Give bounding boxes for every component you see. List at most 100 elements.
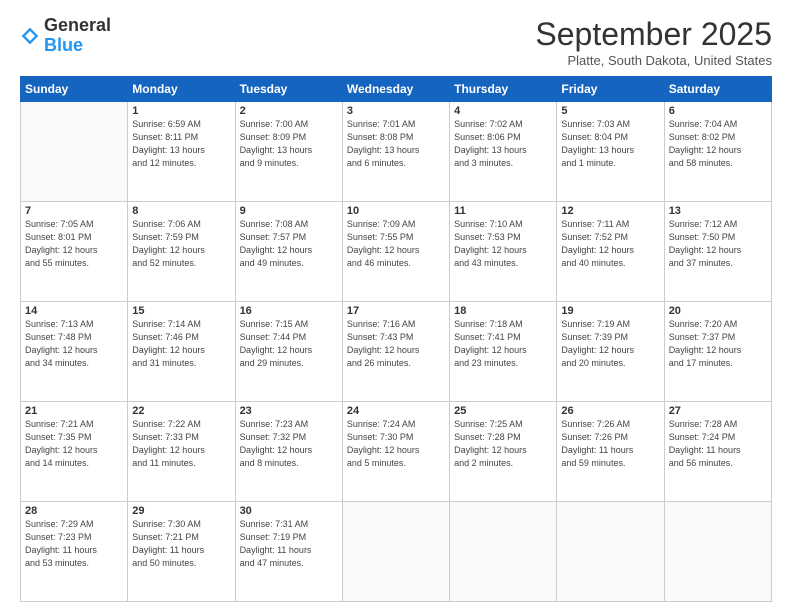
day-info: Sunrise: 7:12 AMSunset: 7:50 PMDaylight:… [669, 218, 767, 270]
day-number: 14 [25, 305, 123, 317]
calendar-cell [557, 502, 664, 602]
day-number: 24 [347, 405, 445, 417]
day-number: 9 [240, 205, 338, 217]
calendar-cell: 3Sunrise: 7:01 AMSunset: 8:08 PMDaylight… [342, 102, 449, 202]
day-info: Sunrise: 7:15 AMSunset: 7:44 PMDaylight:… [240, 318, 338, 370]
day-info: Sunrise: 7:11 AMSunset: 7:52 PMDaylight:… [561, 218, 659, 270]
day-info: Sunrise: 7:25 AMSunset: 7:28 PMDaylight:… [454, 418, 552, 470]
calendar-cell: 15Sunrise: 7:14 AMSunset: 7:46 PMDayligh… [128, 302, 235, 402]
calendar-cell: 19Sunrise: 7:19 AMSunset: 7:39 PMDayligh… [557, 302, 664, 402]
calendar-cell: 14Sunrise: 7:13 AMSunset: 7:48 PMDayligh… [21, 302, 128, 402]
calendar-cell: 24Sunrise: 7:24 AMSunset: 7:30 PMDayligh… [342, 402, 449, 502]
calendar-cell: 5Sunrise: 7:03 AMSunset: 8:04 PMDaylight… [557, 102, 664, 202]
calendar-cell: 16Sunrise: 7:15 AMSunset: 7:44 PMDayligh… [235, 302, 342, 402]
day-info: Sunrise: 7:21 AMSunset: 7:35 PMDaylight:… [25, 418, 123, 470]
day-number: 12 [561, 205, 659, 217]
calendar-cell: 27Sunrise: 7:28 AMSunset: 7:24 PMDayligh… [664, 402, 771, 502]
day-info: Sunrise: 7:06 AMSunset: 7:59 PMDaylight:… [132, 218, 230, 270]
day-info: Sunrise: 7:09 AMSunset: 7:55 PMDaylight:… [347, 218, 445, 270]
calendar-cell: 30Sunrise: 7:31 AMSunset: 7:19 PMDayligh… [235, 502, 342, 602]
day-info: Sunrise: 7:03 AMSunset: 8:04 PMDaylight:… [561, 118, 659, 170]
calendar-cell: 9Sunrise: 7:08 AMSunset: 7:57 PMDaylight… [235, 202, 342, 302]
day-number: 13 [669, 205, 767, 217]
calendar-cell: 18Sunrise: 7:18 AMSunset: 7:41 PMDayligh… [450, 302, 557, 402]
day-header-sunday: Sunday [21, 77, 128, 102]
day-info: Sunrise: 7:04 AMSunset: 8:02 PMDaylight:… [669, 118, 767, 170]
day-number: 26 [561, 405, 659, 417]
day-info: Sunrise: 7:02 AMSunset: 8:06 PMDaylight:… [454, 118, 552, 170]
logo-general: General [44, 15, 111, 35]
day-info: Sunrise: 7:01 AMSunset: 8:08 PMDaylight:… [347, 118, 445, 170]
calendar-cell: 10Sunrise: 7:09 AMSunset: 7:55 PMDayligh… [342, 202, 449, 302]
day-number: 8 [132, 205, 230, 217]
logo: General Blue [20, 16, 111, 56]
day-info: Sunrise: 7:24 AMSunset: 7:30 PMDaylight:… [347, 418, 445, 470]
day-header-friday: Friday [557, 77, 664, 102]
calendar-cell: 29Sunrise: 7:30 AMSunset: 7:21 PMDayligh… [128, 502, 235, 602]
calendar-table: SundayMondayTuesdayWednesdayThursdayFrid… [20, 76, 772, 602]
day-info: Sunrise: 7:28 AMSunset: 7:24 PMDaylight:… [669, 418, 767, 470]
header: General Blue September 2025 Platte, Sout… [20, 16, 772, 68]
calendar-week-3: 14Sunrise: 7:13 AMSunset: 7:48 PMDayligh… [21, 302, 772, 402]
calendar-cell [450, 502, 557, 602]
day-number: 30 [240, 505, 338, 517]
calendar-cell [21, 102, 128, 202]
day-number: 16 [240, 305, 338, 317]
day-number: 25 [454, 405, 552, 417]
calendar-cell [664, 502, 771, 602]
calendar-cell: 21Sunrise: 7:21 AMSunset: 7:35 PMDayligh… [21, 402, 128, 502]
day-header-wednesday: Wednesday [342, 77, 449, 102]
day-header-monday: Monday [128, 77, 235, 102]
day-info: Sunrise: 7:22 AMSunset: 7:33 PMDaylight:… [132, 418, 230, 470]
calendar-cell: 20Sunrise: 7:20 AMSunset: 7:37 PMDayligh… [664, 302, 771, 402]
calendar-cell: 23Sunrise: 7:23 AMSunset: 7:32 PMDayligh… [235, 402, 342, 502]
day-info: Sunrise: 7:29 AMSunset: 7:23 PMDaylight:… [25, 518, 123, 570]
day-number: 5 [561, 105, 659, 117]
day-info: Sunrise: 7:00 AMSunset: 8:09 PMDaylight:… [240, 118, 338, 170]
day-info: Sunrise: 7:26 AMSunset: 7:26 PMDaylight:… [561, 418, 659, 470]
calendar-week-4: 21Sunrise: 7:21 AMSunset: 7:35 PMDayligh… [21, 402, 772, 502]
calendar-week-5: 28Sunrise: 7:29 AMSunset: 7:23 PMDayligh… [21, 502, 772, 602]
logo-icon [20, 26, 40, 46]
calendar-cell: 7Sunrise: 7:05 AMSunset: 8:01 PMDaylight… [21, 202, 128, 302]
calendar-cell: 11Sunrise: 7:10 AMSunset: 7:53 PMDayligh… [450, 202, 557, 302]
day-number: 21 [25, 405, 123, 417]
day-header-saturday: Saturday [664, 77, 771, 102]
day-info: Sunrise: 7:13 AMSunset: 7:48 PMDaylight:… [25, 318, 123, 370]
day-info: Sunrise: 7:19 AMSunset: 7:39 PMDaylight:… [561, 318, 659, 370]
day-number: 20 [669, 305, 767, 317]
calendar-cell: 2Sunrise: 7:00 AMSunset: 8:09 PMDaylight… [235, 102, 342, 202]
day-info: Sunrise: 6:59 AMSunset: 8:11 PMDaylight:… [132, 118, 230, 170]
day-info: Sunrise: 7:14 AMSunset: 7:46 PMDaylight:… [132, 318, 230, 370]
day-number: 4 [454, 105, 552, 117]
day-info: Sunrise: 7:23 AMSunset: 7:32 PMDaylight:… [240, 418, 338, 470]
day-number: 27 [669, 405, 767, 417]
calendar-week-2: 7Sunrise: 7:05 AMSunset: 8:01 PMDaylight… [21, 202, 772, 302]
day-info: Sunrise: 7:18 AMSunset: 7:41 PMDaylight:… [454, 318, 552, 370]
calendar-cell: 17Sunrise: 7:16 AMSunset: 7:43 PMDayligh… [342, 302, 449, 402]
location-title: Platte, South Dakota, United States [535, 53, 772, 68]
calendar-week-1: 1Sunrise: 6:59 AMSunset: 8:11 PMDaylight… [21, 102, 772, 202]
day-number: 6 [669, 105, 767, 117]
calendar-header: SundayMondayTuesdayWednesdayThursdayFrid… [21, 77, 772, 102]
day-number: 23 [240, 405, 338, 417]
calendar-cell: 8Sunrise: 7:06 AMSunset: 7:59 PMDaylight… [128, 202, 235, 302]
day-number: 15 [132, 305, 230, 317]
day-number: 29 [132, 505, 230, 517]
day-info: Sunrise: 7:16 AMSunset: 7:43 PMDaylight:… [347, 318, 445, 370]
day-header-thursday: Thursday [450, 77, 557, 102]
calendar-cell: 22Sunrise: 7:22 AMSunset: 7:33 PMDayligh… [128, 402, 235, 502]
day-number: 19 [561, 305, 659, 317]
day-number: 2 [240, 105, 338, 117]
calendar-cell: 12Sunrise: 7:11 AMSunset: 7:52 PMDayligh… [557, 202, 664, 302]
month-title: September 2025 [535, 16, 772, 53]
calendar-cell: 1Sunrise: 6:59 AMSunset: 8:11 PMDaylight… [128, 102, 235, 202]
day-info: Sunrise: 7:10 AMSunset: 7:53 PMDaylight:… [454, 218, 552, 270]
day-number: 28 [25, 505, 123, 517]
day-info: Sunrise: 7:20 AMSunset: 7:37 PMDaylight:… [669, 318, 767, 370]
calendar-cell: 26Sunrise: 7:26 AMSunset: 7:26 PMDayligh… [557, 402, 664, 502]
day-number: 10 [347, 205, 445, 217]
calendar-cell: 4Sunrise: 7:02 AMSunset: 8:06 PMDaylight… [450, 102, 557, 202]
day-info: Sunrise: 7:30 AMSunset: 7:21 PMDaylight:… [132, 518, 230, 570]
title-block: September 2025 Platte, South Dakota, Uni… [535, 16, 772, 68]
